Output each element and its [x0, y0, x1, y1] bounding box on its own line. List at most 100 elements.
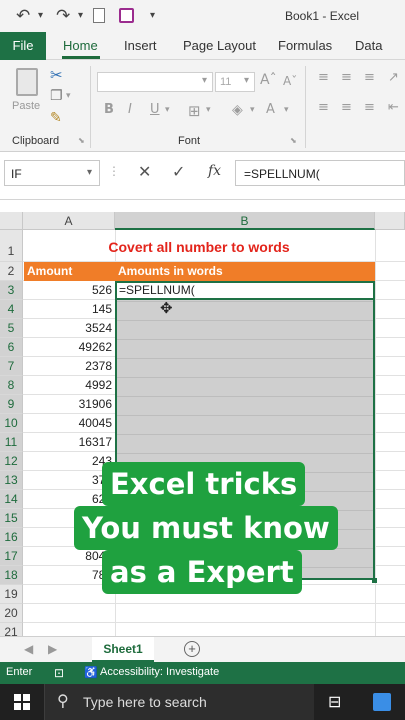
row-header-9[interactable]: 9 [0, 395, 23, 414]
row-header-17[interactable]: 17 [0, 547, 23, 566]
macro-record-icon[interactable]: ⊡ [54, 666, 64, 680]
amount-cell[interactable]: 372 [24, 471, 114, 490]
row-header-11[interactable]: 11 [0, 433, 23, 452]
amount-cell[interactable]: 526 [24, 281, 114, 300]
row-header-10[interactable]: 10 [0, 414, 23, 433]
enter-icon[interactable]: ✓ [172, 162, 185, 182]
font-size-combo[interactable]: 11 ▾ [215, 72, 255, 92]
underline-dropdown-icon[interactable]: ▾ [165, 105, 170, 115]
task-view-icon[interactable]: ⊟ [328, 692, 341, 712]
grow-font-icon[interactable]: Aˆ [260, 72, 277, 88]
tab-home[interactable]: Home [63, 38, 98, 53]
amount-cell[interactable]: 49262 [24, 338, 114, 357]
accessibility-status[interactable]: Accessibility: Investigate [100, 666, 219, 678]
font-launcher-icon[interactable]: ⬊ [290, 136, 297, 145]
undo-dropdown-icon[interactable]: ▾ [38, 10, 43, 21]
redo-dropdown-icon[interactable]: ▾ [78, 10, 83, 21]
accessibility-icon[interactable]: ♿ [84, 666, 98, 679]
align-right-icon[interactable]: ≡ [364, 100, 375, 115]
row-header-18[interactable]: 18 [0, 566, 23, 585]
prev-sheet-icon[interactable]: ◀ [24, 642, 33, 656]
tab-insert[interactable]: Insert [124, 38, 157, 53]
amount-cell[interactable]: 2378 [24, 357, 114, 376]
row-header-7[interactable]: 7 [0, 357, 23, 376]
column-header-b[interactable]: B [115, 212, 375, 230]
italic-button[interactable]: I [128, 102, 132, 117]
customize-qat-icon[interactable]: ▾ [150, 10, 155, 21]
formula-input[interactable]: =SPELLNUM( [235, 160, 405, 186]
row-header-4[interactable]: 4 [0, 300, 23, 319]
format-painter-icon[interactable]: ✎ [50, 110, 62, 126]
column-header-c[interactable] [375, 212, 405, 230]
align-bottom-icon[interactable]: ≡ [364, 70, 375, 85]
bold-button[interactable]: B [104, 102, 114, 117]
align-top-icon[interactable]: ≡ [318, 70, 329, 85]
store-icon[interactable] [373, 693, 391, 711]
redo-icon[interactable]: ↷ [56, 6, 70, 26]
row-header-14[interactable]: 14 [0, 490, 23, 509]
amount-cell[interactable]: 16317 [24, 433, 114, 452]
borders-dropdown-icon[interactable]: ▾ [206, 105, 211, 115]
shrink-font-icon[interactable]: Aˇ [283, 74, 297, 88]
indent-icon[interactable]: ⇤ [388, 100, 399, 115]
row-header-12[interactable]: 12 [0, 452, 23, 471]
row-header-8[interactable]: 8 [0, 376, 23, 395]
row-header-3[interactable]: 3 [0, 281, 23, 300]
font-color-icon[interactable]: A [266, 102, 275, 117]
row-header-2[interactable]: 2 [0, 262, 23, 281]
row-header-5[interactable]: 5 [0, 319, 23, 338]
row-header-1[interactable]: 1 [0, 230, 23, 262]
borders-icon[interactable]: ⊞ [188, 102, 201, 120]
copy-dropdown-icon[interactable]: ▾ [66, 91, 71, 101]
font-color-dropdown-icon[interactable]: ▾ [284, 105, 289, 115]
amount-cell[interactable]: 145 [24, 300, 114, 319]
chevron-down-icon[interactable]: ▾ [87, 167, 92, 178]
amount-cell[interactable]: 3524 [24, 319, 114, 338]
align-middle-icon[interactable]: ≡ [341, 70, 352, 85]
print-preview-icon[interactable] [93, 8, 105, 23]
active-cell-b3[interactable]: =SPELLNUM( [115, 281, 375, 300]
tab-data[interactable]: Data [355, 38, 382, 53]
clipboard-launcher-icon[interactable]: ⬊ [78, 136, 85, 145]
sheet-title-cell[interactable]: Covert all number to words [24, 232, 374, 262]
orientation-icon[interactable]: ↗ [388, 70, 399, 85]
copy-icon[interactable]: ❐ [50, 88, 63, 104]
header-words-cell[interactable]: Amounts in words [115, 262, 375, 281]
row-header-15[interactable]: 15 [0, 509, 23, 528]
amount-cell[interactable]: 31906 [24, 395, 114, 414]
fill-color-dropdown-icon[interactable]: ▾ [250, 105, 255, 115]
align-left-icon[interactable]: ≡ [318, 100, 329, 115]
save-icon[interactable] [119, 8, 134, 23]
taskbar-search[interactable]: ⚲ Type here to search [44, 684, 314, 720]
row-header-16[interactable]: 16 [0, 528, 23, 547]
cut-icon[interactable]: ✂ [50, 66, 63, 84]
header-amount-cell[interactable]: Amount [24, 262, 115, 281]
paste-button[interactable]: Paste [10, 66, 44, 118]
next-sheet-icon[interactable]: ▶ [48, 642, 57, 656]
row-header-13[interactable]: 13 [0, 471, 23, 490]
name-box[interactable]: IF ▾ [4, 160, 100, 186]
amount-cell[interactable]: 4992 [24, 376, 114, 395]
fill-color-icon[interactable]: ◈ [232, 102, 243, 118]
tab-file[interactable]: File [0, 32, 46, 60]
amount-cell[interactable]: 40045 [24, 414, 114, 433]
underline-button[interactable]: U [150, 102, 160, 117]
tab-formulas[interactable]: Formulas [278, 38, 332, 53]
sheet-tab-sheet1[interactable]: Sheet1 [92, 637, 154, 663]
amount-cell[interactable]: 783 [24, 566, 114, 585]
row-header-6[interactable]: 6 [0, 338, 23, 357]
font-name-combo[interactable]: ▾ [97, 72, 213, 92]
row-header-20[interactable]: 20 [0, 604, 23, 623]
add-sheet-icon[interactable]: + [184, 641, 200, 657]
insert-function-icon[interactable]: fx [208, 163, 221, 179]
select-all-corner[interactable] [0, 212, 23, 230]
amount-cell[interactable]: 243 [24, 452, 114, 471]
row-header-19[interactable]: 19 [0, 585, 23, 604]
cancel-icon[interactable]: ✕ [138, 162, 151, 182]
undo-icon[interactable]: ↶ [16, 6, 30, 26]
align-center-icon[interactable]: ≡ [341, 100, 352, 115]
column-header-a[interactable]: A [23, 212, 115, 230]
windows-start-icon[interactable] [14, 694, 30, 710]
fill-handle[interactable] [372, 578, 377, 583]
tab-page-layout[interactable]: Page Layout [183, 38, 256, 53]
